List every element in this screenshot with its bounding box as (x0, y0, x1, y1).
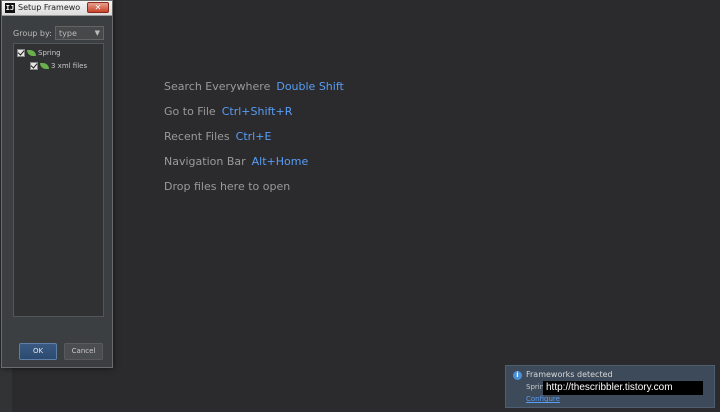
configure-link[interactable]: Configure (526, 395, 560, 403)
hint-shortcut: Ctrl+E (235, 130, 272, 143)
dialog-titlebar[interactable]: IJ Setup Frameworks ✕ (2, 1, 112, 16)
tree-item-label: 3 xml files (51, 62, 88, 70)
close-button[interactable]: ✕ (87, 2, 109, 13)
hint-go-to-file: Go to File Ctrl+Shift+R (164, 105, 344, 130)
hint-shortcut: Alt+Home (251, 155, 309, 168)
dialog-title: Setup Frameworks (18, 3, 80, 12)
hint-recent-files: Recent Files Ctrl+E (164, 130, 344, 155)
notification-title: Frameworks detected (526, 370, 613, 379)
hint-shortcut: Double Shift (276, 80, 344, 93)
watermark: http://thescribbler.tistory.com (543, 381, 703, 395)
hint-label: Recent Files (164, 130, 230, 143)
ok-button[interactable]: OK (19, 343, 57, 360)
hint-navigation-bar: Navigation Bar Alt+Home (164, 155, 344, 180)
setup-frameworks-dialog: IJ Setup Frameworks ✕ Group by: type ▼ S… (1, 0, 113, 368)
cancel-button[interactable]: Cancel (64, 343, 103, 360)
xml-files-checkbox[interactable] (30, 62, 38, 70)
hint-label: Navigation Bar (164, 155, 246, 168)
framework-tree[interactable]: Spring 3 xml files (13, 43, 104, 317)
spring-checkbox[interactable] (17, 49, 25, 57)
hint-label: Drop files here to open (164, 180, 291, 193)
intellij-icon: IJ (5, 3, 15, 13)
tree-item-label: Spring (38, 49, 61, 57)
hint-shortcut: Ctrl+Shift+R (221, 105, 293, 118)
hint-drop-files: Drop files here to open (164, 180, 344, 205)
group-by-select[interactable]: type ▼ (55, 26, 104, 40)
tree-item-xml-files[interactable]: 3 xml files (30, 60, 87, 72)
tree-item-spring[interactable]: Spring (17, 47, 61, 59)
group-by-label: Group by: (13, 29, 52, 38)
group-by-value: type (59, 29, 77, 38)
hint-label: Search Everywhere (164, 80, 271, 93)
hint-search-everywhere: Search Everywhere Double Shift (164, 80, 344, 105)
info-icon: i (513, 371, 522, 380)
chevron-down-icon: ▼ (94, 29, 100, 37)
hint-label: Go to File (164, 105, 216, 118)
spring-leaf-icon (27, 50, 36, 56)
spring-leaf-icon (40, 63, 49, 69)
close-icon: ✕ (94, 3, 102, 12)
welcome-hints: Search Everywhere Double Shift Go to File… (164, 80, 344, 205)
